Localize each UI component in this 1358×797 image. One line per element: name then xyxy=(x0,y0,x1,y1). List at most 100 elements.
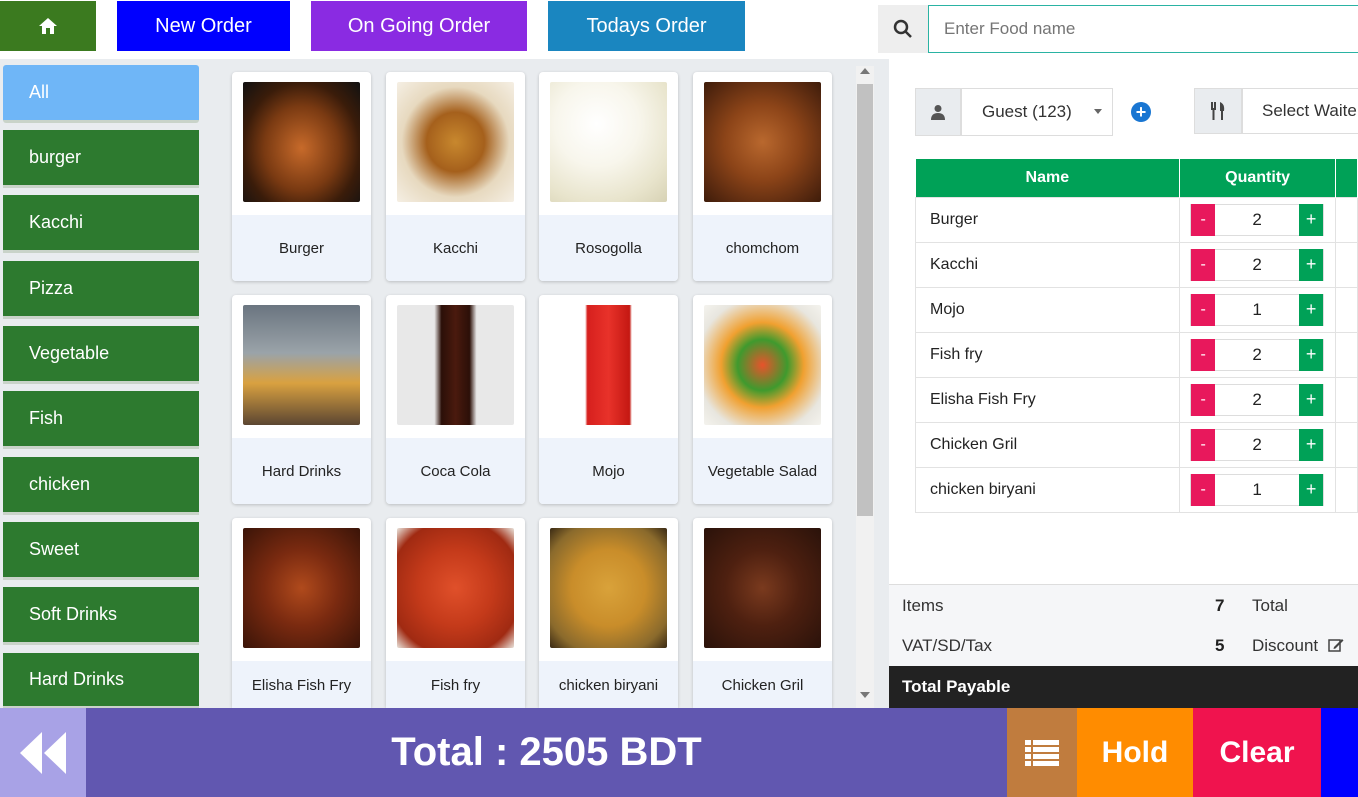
increase-button[interactable]: + xyxy=(1299,338,1324,371)
food-card-label: Kacchi xyxy=(386,215,525,281)
category-kacchi[interactable]: Kacchi xyxy=(3,195,199,253)
quantity-value[interactable]: 2 xyxy=(1215,210,1299,230)
food-card-mojo[interactable]: Mojo xyxy=(539,295,678,504)
list-icon xyxy=(1025,739,1059,766)
table-row: chicken biryani -1 + xyxy=(914,466,1358,513)
back-button[interactable] xyxy=(0,708,86,797)
ongoing-order-button[interactable]: On Going Order xyxy=(311,1,527,51)
quantity-stepper[interactable]: -2 + xyxy=(1190,248,1325,281)
decrease-button[interactable]: - xyxy=(1191,293,1216,326)
customer-select[interactable]: Guest (123) xyxy=(961,88,1113,136)
food-card-rosogolla[interactable]: Rosogolla xyxy=(539,72,678,281)
vegetable-salad-image xyxy=(704,305,821,425)
category-burger[interactable]: burger xyxy=(3,130,199,188)
quantity-stepper[interactable]: -2 + xyxy=(1190,203,1325,236)
total-label: Total xyxy=(1252,596,1288,615)
coca-cola-image xyxy=(397,305,514,425)
table-row: Chicken Gril -2 + xyxy=(914,421,1358,468)
increase-button[interactable]: + xyxy=(1299,383,1324,416)
category-chicken[interactable]: chicken xyxy=(3,457,199,515)
table-row: Elisha Fish Fry -2 + xyxy=(914,376,1358,423)
food-card-fish-fry[interactable]: Fish fry xyxy=(386,518,525,709)
tax-label: VAT/SD/Tax xyxy=(902,636,993,655)
food-card-label: Hard Drinks xyxy=(232,438,371,504)
scroll-up-icon[interactable] xyxy=(860,68,870,74)
customer-select-value: Guest (123) xyxy=(982,102,1072,121)
order-total-text: Total : 2505 BDT xyxy=(391,730,702,774)
quantity-stepper[interactable]: -2 + xyxy=(1190,383,1325,416)
cart-table: Name Quantity Burger -2 + Kacchi -2 + Mojo… xyxy=(914,159,1358,513)
items-value: 7 xyxy=(1215,596,1225,615)
scroll-down-icon[interactable] xyxy=(860,692,870,698)
hold-button[interactable]: Hold xyxy=(1077,708,1193,797)
burger-image xyxy=(243,82,360,202)
decrease-button[interactable]: - xyxy=(1191,383,1216,416)
increase-button[interactable]: + xyxy=(1299,473,1324,506)
order-list-button[interactable] xyxy=(1007,708,1077,797)
decrease-button[interactable]: - xyxy=(1191,473,1216,506)
category-all[interactable]: All xyxy=(3,65,199,123)
quantity-stepper[interactable]: -1 + xyxy=(1190,473,1325,506)
category-pizza[interactable]: Pizza xyxy=(3,261,199,319)
food-card-label: chicken biryani xyxy=(539,661,678,709)
table-row: Fish fry -2 + xyxy=(914,331,1358,378)
search-icon xyxy=(893,19,912,38)
cart-header-row: Name Quantity xyxy=(915,159,1358,197)
menu-scrollbar[interactable] xyxy=(856,66,874,709)
increase-button[interactable]: + xyxy=(1299,293,1324,326)
footer-extra-button[interactable] xyxy=(1321,708,1358,797)
decrease-button[interactable]: - xyxy=(1191,203,1216,236)
new-order-button[interactable]: New Order xyxy=(117,1,290,51)
decrease-button[interactable]: - xyxy=(1191,428,1216,461)
waiter-select[interactable]: Select Waite xyxy=(1242,88,1358,134)
increase-button[interactable]: + xyxy=(1299,428,1324,461)
search-input[interactable] xyxy=(928,5,1358,53)
quantity-stepper[interactable]: -1 + xyxy=(1190,293,1325,326)
food-card-label: Elisha Fish Fry xyxy=(232,661,371,709)
category-vegetable[interactable]: Vegetable xyxy=(3,326,199,384)
category-fish[interactable]: Fish xyxy=(3,391,199,449)
clear-button[interactable]: Clear xyxy=(1193,708,1321,797)
increase-button[interactable]: + xyxy=(1299,248,1324,281)
food-card-coca-cola[interactable]: Coca Cola xyxy=(386,295,525,504)
scrollbar-thumb[interactable] xyxy=(857,84,873,516)
food-card-label: chomchom xyxy=(693,215,832,281)
quantity-value[interactable]: 2 xyxy=(1215,390,1299,410)
cart-item-name: Chicken Gril xyxy=(914,421,1181,468)
food-card-elisha-fish-fry[interactable]: Elisha Fish Fry xyxy=(232,518,371,709)
table-row: Mojo -1 + xyxy=(914,286,1358,333)
food-card-burger[interactable]: Burger xyxy=(232,72,371,281)
food-card-hard-drinks[interactable]: Hard Drinks xyxy=(232,295,371,504)
category-soft-drinks[interactable]: Soft Drinks xyxy=(3,587,199,645)
mojo-image xyxy=(550,305,667,425)
total-payable-bar: Total Payable xyxy=(889,666,1358,708)
food-card-label: Rosogolla xyxy=(539,215,678,281)
kacchi-image xyxy=(397,82,514,202)
home-button[interactable] xyxy=(0,1,96,51)
discount-label: Discount xyxy=(1252,636,1319,655)
food-card-vegetable-salad[interactable]: Vegetable Salad xyxy=(693,295,832,504)
add-customer-icon[interactable]: + xyxy=(1131,102,1151,122)
increase-button[interactable]: + xyxy=(1299,203,1324,236)
cart-extra-cell xyxy=(1335,376,1358,423)
edit-icon[interactable] xyxy=(1328,637,1344,653)
quantity-stepper[interactable]: -2 + xyxy=(1190,338,1325,371)
fish-fry-image xyxy=(397,528,514,648)
category-sweet[interactable]: Sweet xyxy=(3,522,199,580)
quantity-value[interactable]: 2 xyxy=(1215,345,1299,365)
quantity-value[interactable]: 2 xyxy=(1215,255,1299,275)
decrease-button[interactable]: - xyxy=(1191,338,1216,371)
items-label: Items xyxy=(902,596,944,615)
food-card-chomchom[interactable]: chomchom xyxy=(693,72,832,281)
quantity-value[interactable]: 1 xyxy=(1215,480,1299,500)
quantity-stepper[interactable]: -2 + xyxy=(1190,428,1325,461)
food-card-chicken-biryani[interactable]: chicken biryani xyxy=(539,518,678,709)
category-hard-drinks[interactable]: Hard Drinks xyxy=(3,653,199,709)
quantity-value[interactable]: 1 xyxy=(1215,300,1299,320)
food-card-kacchi[interactable]: Kacchi xyxy=(386,72,525,281)
todays-order-button[interactable]: Todays Order xyxy=(548,1,745,51)
quantity-value[interactable]: 2 xyxy=(1215,435,1299,455)
food-card-label: Chicken Gril xyxy=(693,661,832,709)
decrease-button[interactable]: - xyxy=(1191,248,1216,281)
food-card-chicken-gril[interactable]: Chicken Gril xyxy=(693,518,832,709)
